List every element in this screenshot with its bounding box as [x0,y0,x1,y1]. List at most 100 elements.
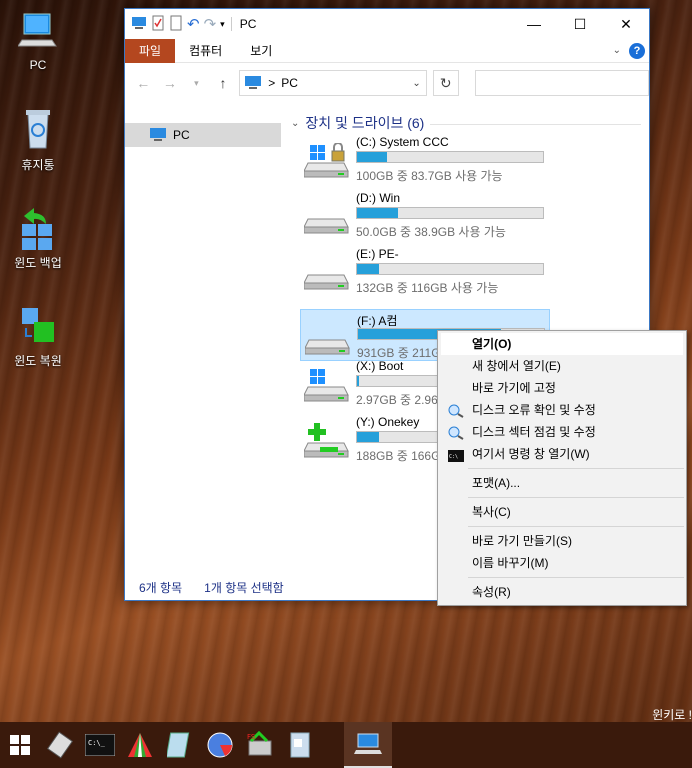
menu-separator [468,526,684,527]
nav-item-pc[interactable]: PC [125,123,281,147]
context-menu-item[interactable]: 디스크 섹터 점검 및 수정 [438,421,686,443]
context-menu-item[interactable]: 이름 바꾸기(M) [438,552,686,574]
address-bar[interactable]: > PC ⌄ [239,70,427,96]
desktop-icon-restore[interactable]: 윈도 복원 [3,304,73,369]
new-folder-icon[interactable] [169,15,183,34]
taskbar-notepad[interactable] [160,722,200,768]
up-button[interactable]: ↑ [213,75,234,91]
drive-item[interactable]: (C:) System CCC 100GB 중 83.7GB 사용 가능 [300,133,550,185]
start-icon [10,735,30,755]
taskbar-disk[interactable] [200,722,240,768]
context-menu-item[interactable]: 새 창에서 열기(E) [438,355,686,377]
section-header[interactable]: ⌄ 장치 및 드라이브 (6) [291,113,641,133]
redo-icon[interactable]: ↷ [204,15,217,33]
tab-computer[interactable]: 컴퓨터 [175,39,236,63]
drive-space: 100GB 중 83.7GB 사용 가능 [356,169,503,183]
properties-icon[interactable] [151,15,165,34]
context-menu-item[interactable]: 바로 가기에 고정 [438,377,686,399]
context-menu-item[interactable]: 바로 가기 만들기(S) [438,530,686,552]
taskbar-cmd[interactable]: C:\_ [80,722,120,768]
start-button[interactable] [0,722,40,768]
desktop-icon-backup[interactable]: 윈도 백업 [3,206,73,271]
help-icon[interactable]: ? [629,42,645,59]
backup-icon [18,206,58,250]
taskbar-partition[interactable] [120,722,160,768]
pc-icon [17,10,58,54]
back-button[interactable]: ← [133,75,154,91]
desktop-icon-pc[interactable]: PC [3,10,73,72]
drive-icon [303,255,350,291]
nav-item-label: PC [173,128,190,142]
context-menu-item[interactable]: 디스크 오류 확인 및 수정 [438,399,686,421]
menu-item-label: 여기서 명령 창 열기(W) [472,447,590,461]
context-menu-item[interactable]: 복사(C) [438,501,686,523]
recent-dropdown-icon[interactable]: ▾ [186,78,207,89]
status-bar: 6개 항목 1개 항목 선택함 [139,579,284,596]
desktop-icon-recycle[interactable]: 휴지통 [3,108,73,173]
section-divider [430,123,641,125]
close-button[interactable]: ✕ [603,9,649,39]
drive-name: (C:) System CCC [356,135,449,149]
menu-separator [468,468,684,469]
recycle-bin-icon [18,108,58,152]
ribbon-expand-icon[interactable]: ⌄ [613,45,621,56]
menu-item-label: 복사(C) [472,505,511,519]
minimize-button[interactable]: — [511,9,557,39]
address-text: PC [281,76,298,90]
drive-usage-fill [357,152,387,162]
drive-name: (Y:) Onekey [356,415,420,429]
menu-item-label: 디스크 오류 확인 및 수정 [472,403,596,417]
selected-count: 1개 항목 선택함 [204,581,284,595]
taskbar-tool[interactable] [40,722,80,768]
drive-space: 50.0GB 중 38.9GB 사용 가능 [356,225,506,239]
desktop-icon-label: PC [29,58,47,72]
disk-check-icon [448,425,464,440]
window-pc-icon [131,16,147,33]
context-menu-item[interactable]: C:\ 여기서 명령 창 열기(W) [438,443,686,465]
tab-view[interactable]: 보기 [236,39,286,63]
drive-usage-fill [357,264,380,274]
taskbar-sync[interactable]: FS [240,722,280,768]
address-separator: > [268,76,276,90]
taskbar-file[interactable] [280,722,320,768]
sync-icon: FS [247,731,272,756]
menu-item-label: 포맷(A)... [472,476,521,490]
drive-space: 2.97GB 중 2.96 [356,393,438,407]
context-menu: 열기(O) 새 창에서 열기(E) 바로 가기에 고정디스크 오류 확인 및 수정디… [437,330,687,606]
drive-usage-fill [357,432,380,442]
drive-space: 132GB 중 116GB 사용 가능 [356,281,499,295]
taskbar-explorer[interactable] [344,722,392,768]
menu-separator [468,497,684,498]
customize-dropdown-icon[interactable]: ▾ [220,19,225,30]
maximize-button[interactable]: ☐ [557,9,603,39]
drive-usage-bar [356,207,544,219]
item-count: 6개 항목 [139,581,183,595]
drive-name: (D:) Win [356,191,400,205]
menu-separator [468,577,684,578]
refresh-button[interactable]: ↻ [432,70,459,96]
context-menu-item[interactable]: 열기(O) [441,333,683,355]
title-divider [230,17,232,31]
context-menu-item[interactable]: 속성(R) [438,581,686,603]
section-title: 장치 및 드라이브 (6) [305,115,425,131]
tab-file[interactable]: 파일 [125,38,176,63]
drive-usage-bar [356,263,544,275]
search-input[interactable] [474,70,649,96]
navigation-pane: PC [125,103,285,573]
undo-icon[interactable]: ↶ [187,15,200,33]
drive-usage-bar [356,151,544,163]
tool-icon [47,731,73,759]
address-dropdown-icon[interactable]: ⌄ [408,78,426,89]
menu-item-label: 속성(R) [472,585,511,599]
restore-icon [18,304,58,348]
menu-item-label: 이름 바꾸기(M) [472,556,549,570]
drive-icon [303,199,350,235]
disk-icon [207,732,233,758]
context-menu-item[interactable]: 포맷(A)... [438,472,686,494]
drive-item[interactable]: (D:) Win 50.0GB 중 38.9GB 사용 가능 [300,189,550,241]
nav-pc-icon [149,127,167,144]
window-title: PC [239,17,257,31]
forward-button[interactable]: → [160,75,181,91]
drive-item[interactable]: (E:) PE- 132GB 중 116GB 사용 가능 [300,245,550,297]
watermark: 윈키로 ! [652,708,692,722]
